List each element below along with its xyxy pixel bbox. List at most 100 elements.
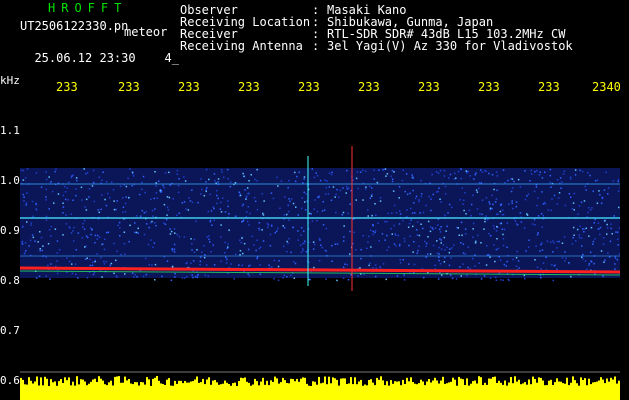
noise-dot [395, 212, 398, 214]
noise-dot [481, 171, 484, 173]
noise-dot [313, 208, 315, 210]
noise-dot [238, 191, 240, 193]
noise-dot [187, 209, 190, 211]
noise-dot [512, 207, 514, 210]
noise-dot [617, 180, 619, 183]
noise-dot [378, 169, 380, 171]
amplitude-bar [32, 383, 34, 400]
amplitude-bar [40, 377, 42, 400]
noise-dot [367, 241, 369, 243]
noise-dot [381, 233, 384, 235]
noise-dot [113, 200, 115, 202]
noise-dot [76, 179, 78, 182]
noise-dot [596, 179, 599, 181]
noise-dot [604, 219, 606, 222]
noise-dot [444, 249, 446, 251]
noise-dot [82, 222, 84, 225]
noise-dot [136, 276, 138, 278]
noise-dot [418, 200, 420, 203]
noise-dot [562, 173, 565, 175]
noise-dot [242, 252, 244, 255]
amplitude-bar [60, 379, 62, 400]
noise-dot [201, 188, 203, 191]
amplitude-bar [592, 382, 594, 400]
noise-dot [502, 169, 505, 171]
noise-dot [241, 221, 243, 223]
noise-dot [30, 224, 32, 226]
noise-dot [191, 249, 193, 251]
noise-dot [242, 219, 245, 221]
amplitude-bar [50, 379, 52, 400]
noise-dot [85, 173, 87, 175]
noise-dot [228, 229, 230, 231]
y-tick-label: 1.1 [0, 124, 20, 137]
amplitude-bar [298, 381, 300, 400]
noise-dot [117, 224, 119, 227]
noise-dot [462, 252, 465, 254]
noise-dot [392, 190, 395, 192]
noise-dot [256, 208, 259, 211]
noise-dot [258, 229, 261, 231]
noise-dot [362, 234, 364, 237]
x-tick-label: 233 [358, 80, 380, 94]
noise-dot [75, 249, 77, 251]
noise-dot [436, 252, 439, 254]
noise-dot [464, 233, 467, 235]
amplitude-bar [246, 381, 248, 400]
amplitude-bar [302, 377, 304, 400]
noise-dot [587, 172, 589, 174]
noise-dot [399, 258, 401, 261]
noise-dot [328, 186, 331, 188]
amplitude-bar [184, 381, 186, 400]
noise-dot [316, 210, 319, 213]
y-tick-label: 0.7 [0, 324, 20, 337]
noise-dot [203, 256, 206, 259]
noise-dot [448, 251, 451, 254]
noise-dot [386, 234, 388, 237]
noise-dot [150, 239, 152, 241]
noise-dot [596, 202, 599, 204]
noise-dot [540, 243, 542, 246]
noise-dot [390, 175, 392, 177]
amplitude-bar [394, 381, 396, 400]
noise-dot [331, 260, 333, 262]
noise-dot [504, 181, 506, 184]
amplitude-bar [344, 378, 346, 400]
noise-dot [364, 170, 367, 172]
noise-dot [196, 249, 198, 251]
noise-dot [135, 231, 138, 234]
noise-dot [403, 274, 405, 276]
noise-dot [457, 227, 459, 229]
noise-dot [611, 233, 613, 235]
noise-dot [262, 212, 264, 215]
amplitude-bar [426, 381, 428, 400]
noise-dot [431, 173, 433, 176]
noise-dot [472, 236, 474, 238]
noise-dot [183, 201, 186, 203]
noise-dot [612, 180, 615, 182]
noise-dot [216, 194, 218, 197]
amplitude-bar [230, 385, 232, 400]
amplitude-bar [252, 384, 254, 400]
noise-dot [228, 213, 230, 215]
amplitude-bar [356, 384, 358, 400]
noise-dot [255, 249, 257, 252]
amplitude-bar [540, 377, 542, 400]
noise-dot [511, 178, 514, 180]
noise-dot [150, 221, 152, 224]
noise-dot [563, 236, 566, 238]
noise-dot [283, 245, 285, 248]
noise-dot [593, 262, 595, 265]
noise-dot [259, 264, 261, 266]
noise-dot [496, 175, 499, 177]
amplitude-bar [352, 384, 354, 400]
noise-dot [163, 203, 166, 206]
noise-dot [98, 176, 101, 178]
noise-dot [536, 204, 538, 207]
amplitude-bar [242, 378, 244, 400]
noise-dot [124, 253, 126, 255]
noise-dot [478, 262, 480, 264]
amplitude-bar [516, 381, 518, 400]
noise-dot [530, 173, 533, 175]
noise-dot [91, 264, 94, 267]
